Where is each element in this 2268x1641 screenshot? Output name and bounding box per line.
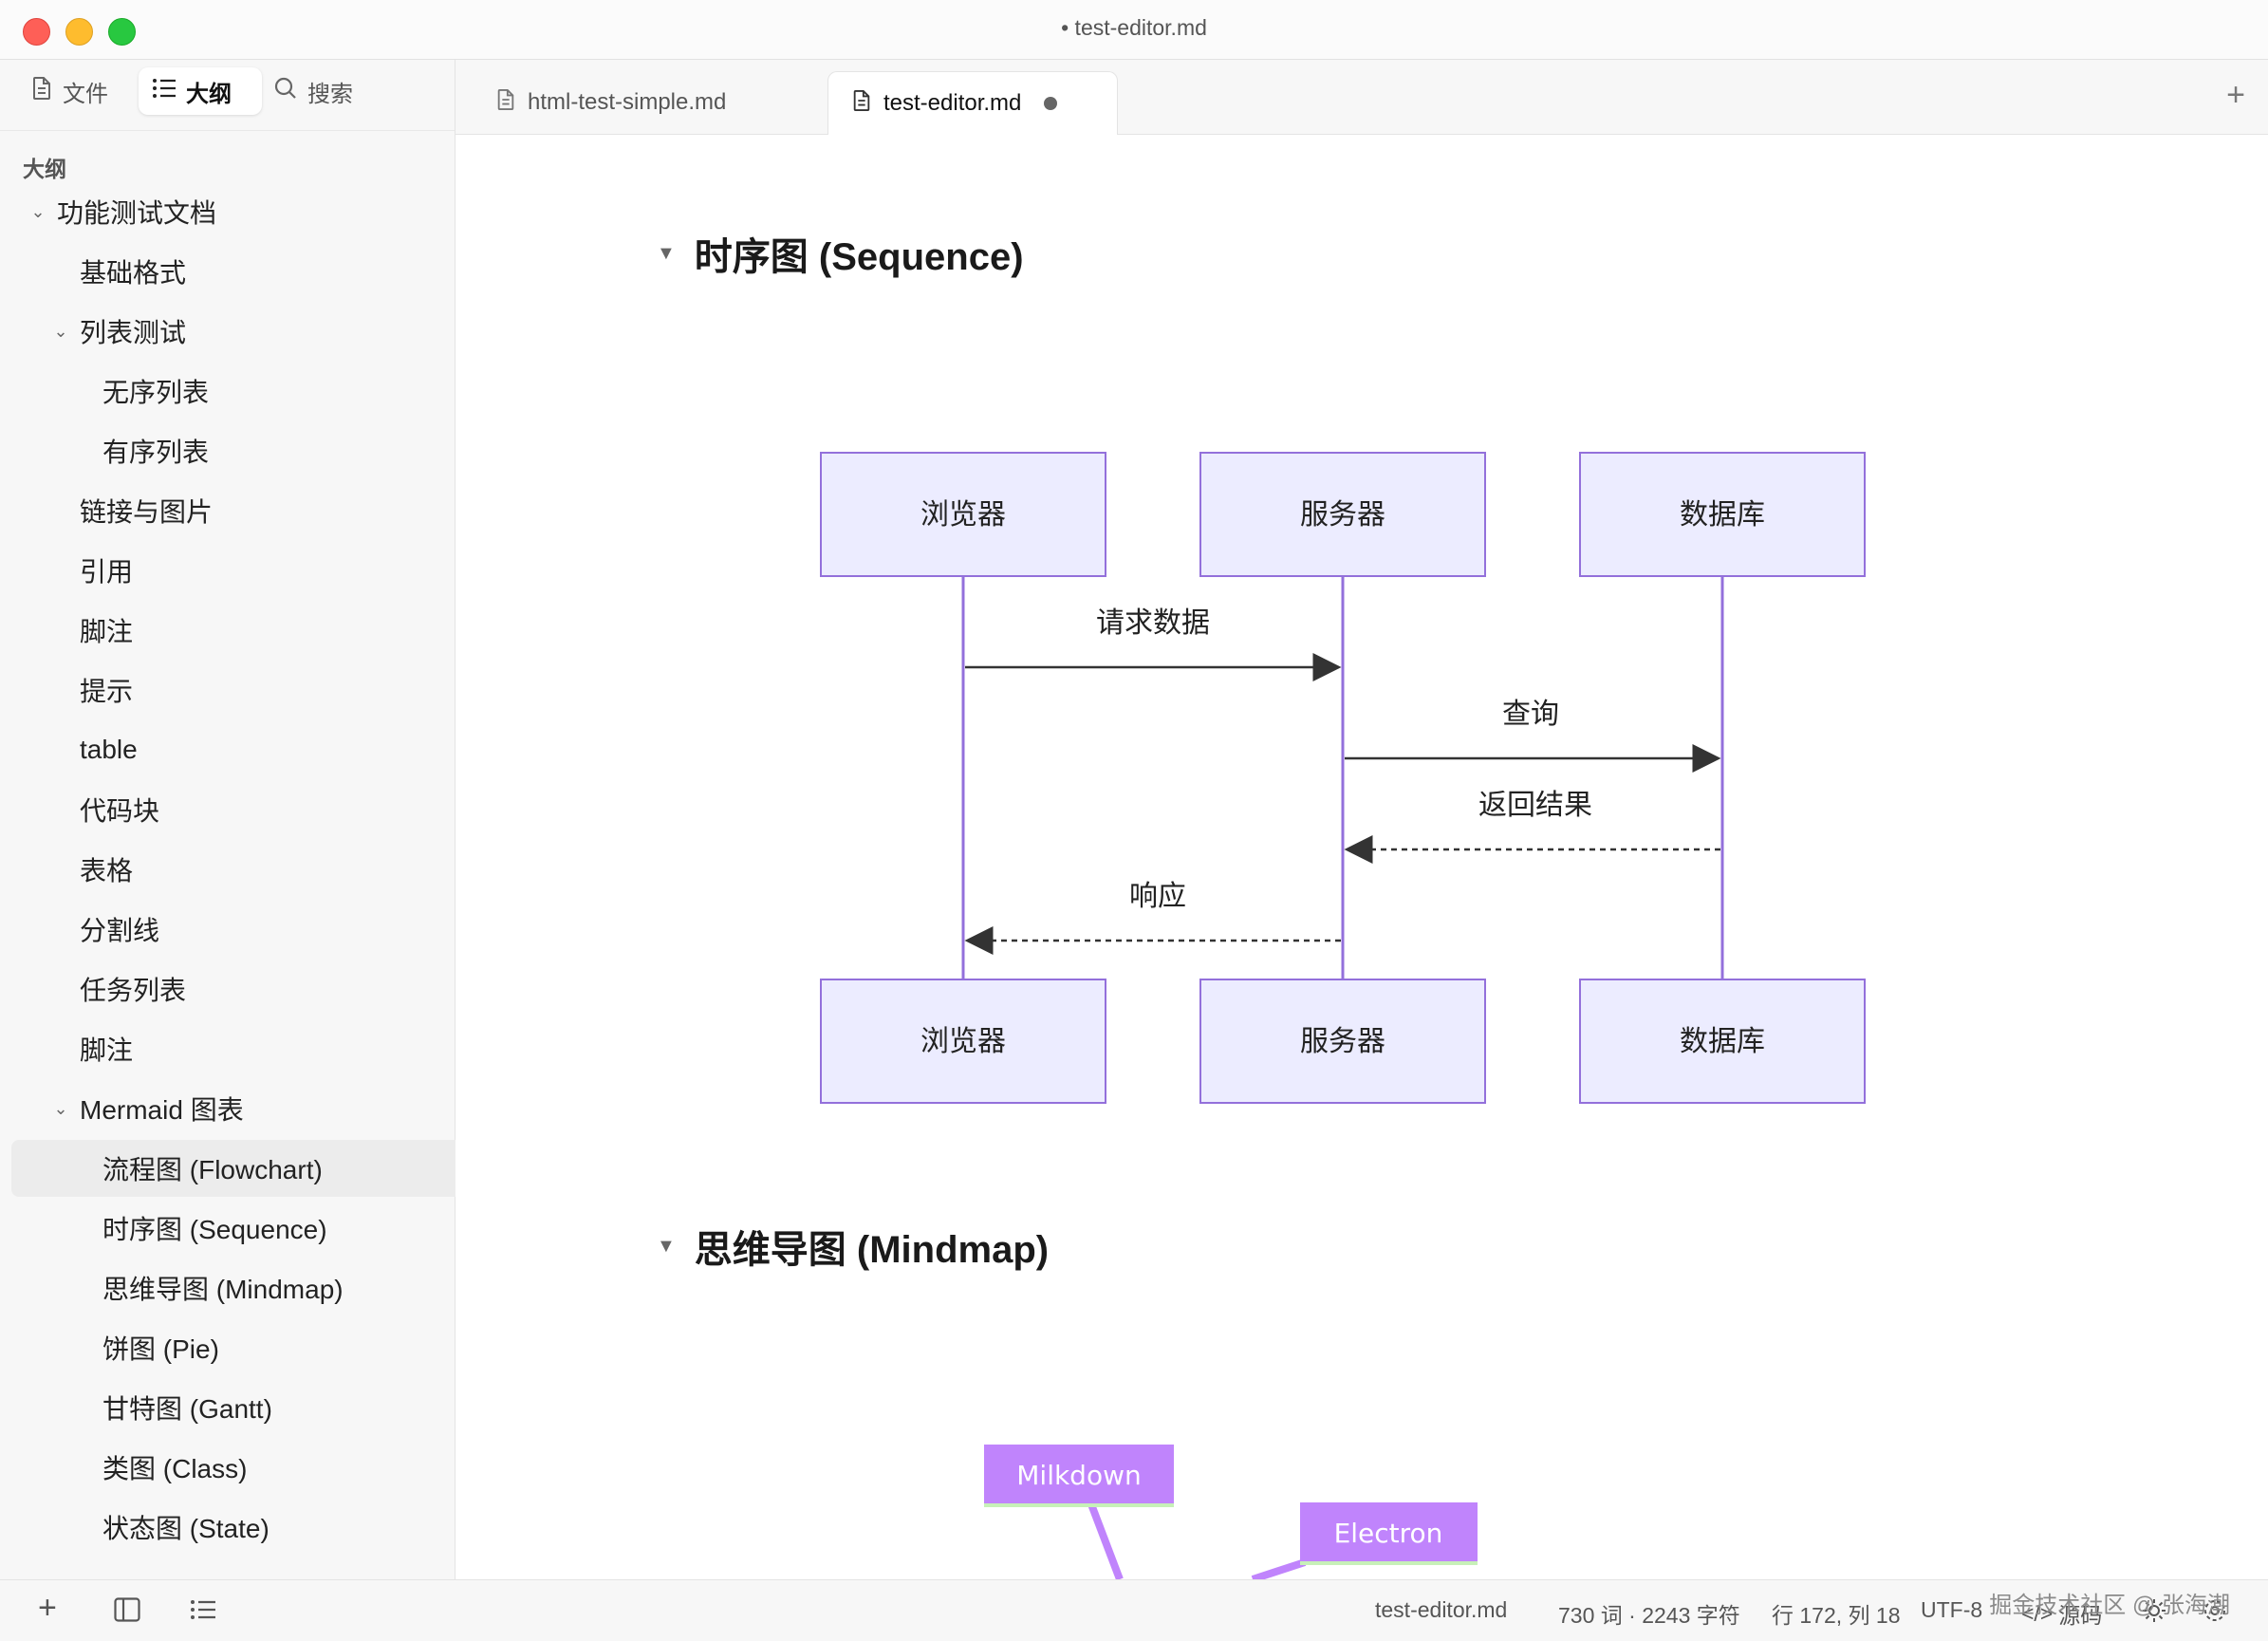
message-label: 响应 bbox=[1129, 880, 1186, 913]
status-filename: test-editor.md bbox=[1375, 1597, 1508, 1622]
sequence-diagram: 浏览器 服务器 数据库 请求数据 查询 返回结果 响应 浏览器 服务器 数据库 bbox=[820, 452, 1866, 1579]
outline-item[interactable]: 时序图 (Sequence) bbox=[11, 1200, 531, 1257]
tab-files[interactable]: 文件 bbox=[21, 67, 135, 115]
status-counts: 730 词 · 2243 字符 bbox=[1558, 1603, 1740, 1628]
outline-item[interactable]: table bbox=[11, 721, 509, 778]
tab-html-test-simple[interactable]: html-test-simple.md bbox=[495, 71, 809, 134]
actor-label: 数据库 bbox=[1680, 1025, 1765, 1058]
outline-item[interactable]: 饼图 (Pie) bbox=[11, 1319, 531, 1376]
editor-content[interactable]: ▼ 时序图 (Sequence) 浏览器 服务器 数据库 请求数据 查询 返回结… bbox=[455, 135, 2268, 1579]
tab-search-label: 搜索 bbox=[307, 81, 353, 107]
message-label: 返回结果 bbox=[1478, 789, 1592, 822]
add-icon[interactable]: + bbox=[38, 1590, 57, 1627]
window-title: • test-editor.md bbox=[1061, 15, 1207, 40]
file-icon bbox=[30, 76, 63, 107]
tab-search[interactable]: 搜索 bbox=[264, 67, 378, 115]
actor-label: 数据库 bbox=[1680, 498, 1765, 531]
outline-item[interactable]: 脚注 bbox=[11, 602, 509, 659]
chevron-down-icon[interactable]: ⌄ bbox=[27, 202, 49, 222]
mindmap-node-label: Milkdown bbox=[1016, 1460, 1141, 1491]
tab-files-label: 文件 bbox=[63, 81, 108, 107]
outline-item[interactable]: 分割线 bbox=[11, 901, 509, 958]
file-icon bbox=[851, 89, 883, 119]
actor-label: 服务器 bbox=[1300, 1025, 1385, 1058]
heading-mindmap[interactable]: ▼ 思维导图 (Mindmap) bbox=[657, 1219, 1049, 1274]
outline-list-icon[interactable] bbox=[190, 1599, 216, 1625]
outline-item[interactable]: 有序列表 bbox=[11, 422, 531, 479]
chevron-down-icon[interactable]: ⌄ bbox=[49, 1099, 72, 1119]
mindmap-edge bbox=[1251, 1558, 1307, 1579]
outline-item[interactable]: 无序列表 bbox=[11, 363, 531, 420]
message-label: 查询 bbox=[1502, 698, 1559, 731]
actor-label: 浏览器 bbox=[920, 1025, 1006, 1058]
outline-item[interactable]: 类图 (Class) bbox=[11, 1439, 531, 1496]
outline-item[interactable]: 基础格式 bbox=[11, 243, 509, 300]
outline-item[interactable]: 引用 bbox=[11, 542, 509, 599]
tab-label: test-editor.md bbox=[883, 90, 1022, 116]
message-label: 请求数据 bbox=[1096, 606, 1210, 640]
outline-item[interactable]: 链接与图片 bbox=[11, 482, 509, 539]
outline-heading: 大纲 bbox=[23, 157, 66, 181]
status-position: 行 172, 列 18 bbox=[1772, 1603, 1901, 1628]
mindmap-node-label: Electron bbox=[1334, 1518, 1443, 1549]
outline-item[interactable]: 脚注 bbox=[11, 1020, 509, 1077]
status-bar: + test-editor.md 730 词 · 2243 字符 行 172, … bbox=[0, 1579, 2268, 1641]
app-window: • test-editor.md 文件 大纲 搜索 大纲 ⌄ 功能测试文档 基础… bbox=[0, 0, 2268, 1641]
sidebar: 文件 大纲 搜索 大纲 ⌄ 功能测试文档 基础格式 ⌄ 列表测试 无序列表 有序列表 bbox=[0, 60, 531, 1579]
tab-outline[interactable]: 大纲 bbox=[139, 67, 262, 115]
outline-item[interactable]: ⌄ Mermaid 图表 bbox=[11, 1080, 478, 1137]
outline-item[interactable]: ⌄ 功能测试文档 bbox=[11, 183, 455, 240]
search-icon bbox=[273, 76, 307, 107]
tab-label: html-test-simple.md bbox=[528, 89, 727, 115]
mindmap-edge bbox=[1088, 1502, 1124, 1579]
file-icon bbox=[495, 88, 528, 118]
sidebar-toggle-icon[interactable] bbox=[114, 1597, 140, 1627]
file-tab-bar: html-test-simple.md test-editor.md + bbox=[455, 60, 2268, 135]
sidebar-tabs: 文件 大纲 搜索 bbox=[0, 60, 455, 131]
outline-item[interactable]: 任务列表 bbox=[11, 960, 509, 1017]
tab-test-editor[interactable]: test-editor.md bbox=[827, 71, 1118, 135]
outline-item[interactable]: 甘特图 (Gantt) bbox=[11, 1379, 531, 1436]
collapse-triangle-icon[interactable]: ▼ bbox=[657, 1236, 676, 1258]
outline-item[interactable]: 状态图 (State) bbox=[11, 1499, 531, 1556]
list-icon bbox=[152, 78, 186, 105]
watermark: 掘金技术社区 @ 张海潮 bbox=[1989, 1593, 2230, 1618]
outline-item[interactable]: 表格 bbox=[11, 841, 509, 898]
status-encoding: UTF-8 bbox=[1921, 1597, 1983, 1622]
outline-item[interactable]: 思维导图 (Mindmap) bbox=[11, 1259, 531, 1316]
unsaved-dot-icon[interactable] bbox=[1044, 97, 1058, 110]
outline-item[interactable]: 提示 bbox=[11, 662, 509, 718]
chevron-down-icon[interactable]: ⌄ bbox=[49, 322, 72, 342]
actor-label: 服务器 bbox=[1300, 498, 1385, 531]
title-bar: • test-editor.md bbox=[0, 0, 2268, 60]
outline-item[interactable]: 代码块 bbox=[11, 781, 509, 838]
outline-item-active[interactable]: 流程图 (Flowchart) bbox=[11, 1140, 531, 1197]
actor-label: 浏览器 bbox=[920, 498, 1006, 531]
outline-item[interactable]: ⌄ 列表测试 bbox=[11, 303, 478, 360]
new-tab-button[interactable]: + bbox=[2226, 77, 2245, 114]
tab-outline-label: 大纲 bbox=[186, 81, 232, 107]
